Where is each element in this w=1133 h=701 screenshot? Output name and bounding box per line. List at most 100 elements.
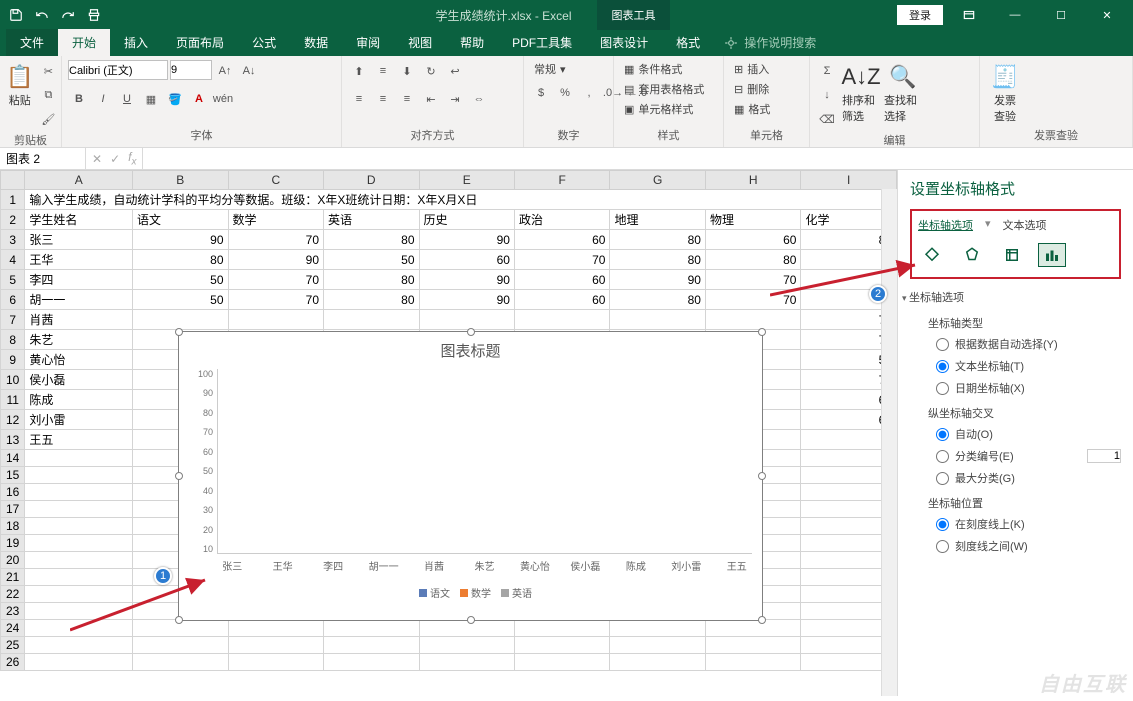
maximize-icon[interactable]: ☐ [1041,1,1081,29]
tab-page-layout[interactable]: 页面布局 [162,29,238,56]
ribbon-options-icon[interactable] [949,1,989,29]
title-bar: 学生成绩统计.xlsx - Excel 图表工具 登录 — ☐ ✕ [0,0,1133,30]
tab-view[interactable]: 视图 [394,29,446,56]
conditional-format-button[interactable]: ▦ 条件格式 [620,60,708,78]
radio-pos-tick[interactable]: 在刻度线上(K) [924,513,1121,535]
axis-opts-icon[interactable] [1038,243,1066,267]
text-options-tab[interactable]: 文本选项 [1003,217,1047,233]
embedded-chart[interactable]: 图表标题 102030405060708090100 张三王华李四胡一一肖茜朱艺… [178,331,763,621]
wrap-text-icon[interactable]: ↩ [444,60,466,82]
cut-icon[interactable]: ✂ [37,60,59,82]
insert-cells-button[interactable]: ⊞ 插入 [730,60,774,78]
merge-icon[interactable]: ⇔ [468,88,490,110]
font-size-input[interactable] [170,60,212,80]
undo-icon[interactable] [30,3,54,27]
tab-insert[interactable]: 插入 [110,29,162,56]
phonetic-icon[interactable]: wén [212,88,234,110]
tell-me-search[interactable]: 操作说明搜索 [714,29,826,56]
axis-options-tab[interactable]: 坐标轴选项 [918,217,973,233]
italic-button[interactable]: I [92,88,114,110]
x-axis[interactable]: 张三王华李四胡一一肖茜朱艺黄心怡侯小磊陈成刘小雷王五 [179,554,762,573]
align-center-icon[interactable]: ≡ [372,88,394,110]
redo-icon[interactable] [56,3,80,27]
orientation-icon[interactable]: ↻ [420,60,442,82]
tab-review[interactable]: 审阅 [342,29,394,56]
cell-styles-button[interactable]: ▣ 单元格样式 [620,100,708,118]
section-axis-options[interactable]: 坐标轴选项 [902,289,1121,305]
tab-help[interactable]: 帮助 [446,29,498,56]
size-props-icon[interactable] [998,243,1026,267]
fx-icon[interactable]: fx [128,150,136,167]
chart-legend[interactable]: 语文数学英语 [179,573,762,600]
effects-icon[interactable] [958,243,986,267]
increase-font-icon[interactable]: A↑ [214,60,236,82]
currency-icon[interactable]: $ [530,82,552,104]
align-left-icon[interactable]: ≡ [348,88,370,110]
invoice-button[interactable]: 🧾 发票 查验 [986,60,1024,124]
chart-title[interactable]: 图表标题 [179,332,762,369]
quick-access-toolbar [0,3,110,27]
tab-format[interactable]: 格式 [662,29,714,56]
formula-input[interactable] [143,148,1133,169]
align-mid-icon[interactable]: ≡ [372,60,394,82]
indent-inc-icon[interactable]: ⇥ [444,88,466,110]
paste-button[interactable]: 📋 粘贴 [6,60,33,108]
copy-icon[interactable]: ⧉ [37,84,59,106]
tab-chart-design[interactable]: 图表设计 [586,29,662,56]
radio-cross-auto[interactable]: 自动(O) [924,423,1121,445]
group-styles: 样式 [620,125,717,147]
indent-dec-icon[interactable]: ⇤ [420,88,442,110]
number-format-select[interactable]: 常规 ▾ [530,60,570,78]
underline-button[interactable]: U [116,88,138,110]
font-color-icon[interactable]: A [188,88,210,110]
radio-pos-between[interactable]: 刻度线之间(W) [924,535,1121,557]
y-axis[interactable]: 102030405060708090100 [189,369,217,554]
fill-color-icon[interactable]: 🪣 [164,88,186,110]
fill-icon[interactable]: ↓ [816,84,838,106]
comma-icon[interactable]: , [578,82,600,104]
group-font: 字体 [68,125,335,147]
cancel-formula-icon[interactable]: ✕ [92,152,102,166]
print-icon[interactable] [82,3,106,27]
cat-index-input[interactable] [1087,449,1121,463]
autosum-icon[interactable]: Σ [816,60,838,82]
name-box[interactable]: 图表 2 [0,148,86,169]
radio-text-axis[interactable]: 文本坐标轴(T) [924,355,1121,377]
decrease-font-icon[interactable]: A↓ [238,60,260,82]
save-icon[interactable] [4,3,28,27]
align-bot-icon[interactable]: ⬇ [396,60,418,82]
tab-data[interactable]: 数据 [290,29,342,56]
percent-icon[interactable]: % [554,82,576,104]
radio-cross-cat[interactable]: 分类编号(E) [924,445,1121,467]
format-painter-icon[interactable]: 🖌 [37,108,59,130]
group-invoice: 发票查验 [986,125,1126,147]
login-button[interactable]: 登录 [897,5,943,25]
tab-formulas[interactable]: 公式 [238,29,290,56]
bold-button[interactable]: B [68,88,90,110]
radio-cross-max[interactable]: 最大分类(G) [924,467,1121,489]
align-right-icon[interactable]: ≡ [396,88,418,110]
align-top-icon[interactable]: ⬆ [348,60,370,82]
delete-cells-button[interactable]: ⊟ 删除 [730,80,774,98]
axis-type-label: 坐标轴类型 [924,313,1121,333]
fill-line-icon[interactable] [918,243,946,267]
confirm-formula-icon[interactable]: ✓ [110,152,120,166]
radio-date-axis[interactable]: 日期坐标轴(X) [924,377,1121,399]
minimize-icon[interactable]: — [995,1,1035,29]
border-icon[interactable]: ▦ [140,88,162,110]
sort-filter-button[interactable]: A↓Z 排序和筛选 [842,60,880,124]
format-as-table-button[interactable]: ▤ 套用表格格式 [620,80,708,98]
group-number: 数字 [530,125,607,147]
clear-icon[interactable]: ⌫ [816,108,838,130]
plot-area[interactable] [217,369,752,554]
tab-home[interactable]: 开始 [58,29,110,56]
radio-auto-axis[interactable]: 根据数据自动选择(Y) [924,333,1121,355]
close-icon[interactable]: ✕ [1087,1,1127,29]
tab-file[interactable]: 文件 [6,29,58,56]
tab-pdf[interactable]: PDF工具集 [498,29,586,56]
font-name-input[interactable] [68,60,168,80]
format-cells-button[interactable]: ▦ 格式 [730,100,774,118]
annotation-arrow-1 [70,575,210,635]
axis-pos-label: 坐标轴位置 [924,489,1121,513]
find-select-button[interactable]: 🔍 查找和选择 [884,60,922,124]
